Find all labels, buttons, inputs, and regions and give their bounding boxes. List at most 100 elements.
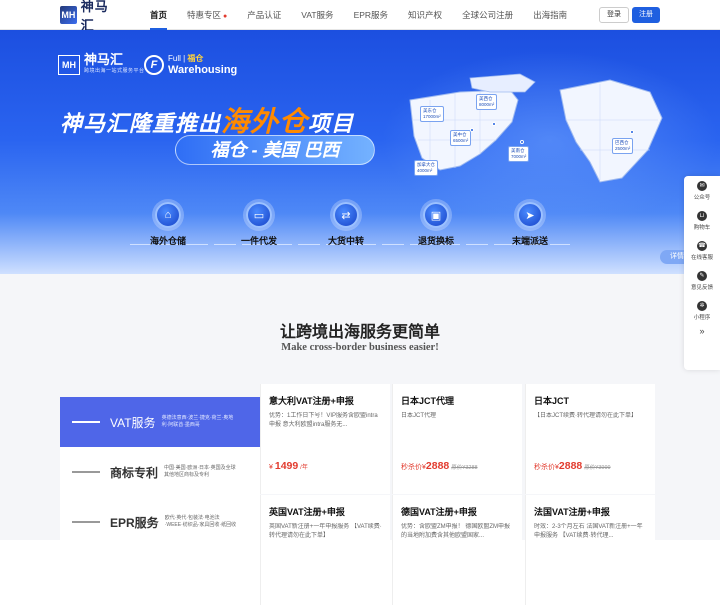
card-title: 法国VAT注册+申报 <box>534 507 610 517</box>
map-card-central-size: 6500m² <box>453 138 469 143</box>
banner-service-list: ⌂ 海外仓储 ▭ 一件代发 ⇄ 大货中转 ▣ 退货换标 ➤ 末端派送 <box>0 202 720 272</box>
product-card-italy-vat[interactable]: 意大利VAT注册+申报 优势：1工作日下号！VIP服务含欧盟intra申报 意大… <box>260 384 390 494</box>
register-button[interactable]: 注册 <box>632 7 660 23</box>
login-button[interactable]: 登录 <box>599 7 629 23</box>
product-card-france-vat[interactable]: 法国VAT注册+申报 时效：2-3个月左右 法国VAT新注册+一年申报服务 【V… <box>525 495 655 605</box>
card-price: 秒杀价¥2888 原价¥3999 <box>534 460 611 472</box>
banner-logo-fullwarehousing: F Full | 福仓 Warehousing <box>144 54 237 76</box>
map-card-central: 美中仓 6500m² <box>450 130 472 146</box>
map-card-west: 美西仓 8000m² <box>476 94 498 110</box>
nav-item-certification[interactable]: 产品认证 <box>237 0 291 30</box>
product-card-japan-jct[interactable]: 日本JCT 【日本JCT续费·转代理请勿在此下单】 秒杀价¥2888 原价¥399… <box>525 384 655 494</box>
price-value: 2888 <box>425 460 450 472</box>
canada-map-shape <box>469 73 536 93</box>
floating-sidebar: ✉ 公众号 ⊔ 购物车 ☎ 在线客服 ✎ 意见反馈 ✲ 小程序 » <box>684 176 720 370</box>
nav-menu: 首页 特惠专区 ● 产品认证 VAT服务 EPR服务 知识产权 全球公司注册 出海… <box>140 0 577 30</box>
card-desc: 时效：2-3个月左右 法国VAT新注册+一年申报服务 【VAT续费·转代理... <box>534 524 643 539</box>
map-pin <box>470 128 474 132</box>
tab-name: EPR服务 <box>110 515 159 530</box>
section-title: 让跨境出海服务更简单 <box>279 324 440 341</box>
product-card-germany-vat[interactable]: 德国VAT注册+申报 优势：含欧盟ZM申报！ 德国欧盟ZM申报的当地附加费含其他… <box>392 495 522 605</box>
tab-dash <box>72 421 100 423</box>
hero-banner[interactable]: MH 神马汇 跨境出海一站式服务平台 F Full | 福仓 Warehousi… <box>0 30 720 274</box>
float-label: 在线客服 <box>690 255 713 261</box>
logo-full-text: Full <box>168 54 181 63</box>
banner-logo-mark: MH <box>58 54 80 75</box>
price-old: 原价¥3999 <box>584 465 611 471</box>
tab-vat[interactable]: VAT服务 英德法意西·波兰·捷克·荷兰·奥地利·阿联酋·墨西哥 <box>60 397 260 447</box>
warehouse-icon: ⌂ <box>155 202 181 228</box>
float-label: 购物车 <box>693 225 711 231</box>
logo-warehousing-text: Warehousing <box>168 64 238 76</box>
service-returns-relabel[interactable]: ▣ 退货换标 <box>396 202 476 247</box>
card-title: 日本JCT代理 <box>401 396 455 406</box>
card-desc: 【日本JCT续费·转代理请勿在此下单】 <box>534 413 637 419</box>
tab-name: 商标专利 <box>110 465 159 480</box>
logo-fucang-text: 福仓 <box>187 54 204 63</box>
service-label: 末端派送 <box>511 236 548 246</box>
float-item-wechat[interactable]: ✉ 公众号 <box>684 176 720 206</box>
card-desc: 优势：含欧盟ZM申报！ 德国欧盟ZM申报的当地附加费含其他欧盟国家... <box>401 524 510 539</box>
map-card-east-size: 17000m² <box>423 114 441 119</box>
box-icon: ▣ <box>423 202 449 228</box>
service-bulk-transfer[interactable]: ⇄ 大货中转 <box>306 202 386 247</box>
logo-mark: MH <box>60 6 77 24</box>
delivery-icon: ➤ <box>517 202 543 228</box>
card-price: 秒杀价¥2888 原价¥3288 <box>401 460 478 472</box>
float-item-miniapp[interactable]: ✲ 小程序 <box>684 296 720 326</box>
float-label: 意见反馈 <box>690 285 713 291</box>
nav-item-guide[interactable]: 出海指南 <box>523 0 577 30</box>
banner-logo-name: 神马汇 <box>84 53 124 68</box>
logo-text: 神马汇 <box>80 0 109 34</box>
service-dropshipping[interactable]: ▭ 一件代发 <box>219 202 299 247</box>
service-last-mile[interactable]: ➤ 末端派送 <box>490 202 570 247</box>
headline-part-c: 项目 <box>308 111 355 136</box>
price-prefix: 秒杀价¥ <box>401 464 426 471</box>
map-card-south-size: 7000m² <box>511 154 527 159</box>
double-chevron-right-icon[interactable]: » <box>684 326 720 336</box>
wechat-icon: ✉ <box>697 181 707 191</box>
nav-item-company-registration[interactable]: 全球公司注册 <box>452 0 523 30</box>
card-desc: 日本JCT代理 <box>401 413 436 419</box>
card-price: ¥ 1499 /年 <box>269 460 308 472</box>
banner-logo-tagline: 跨境出海一站式服务平台 <box>84 68 145 74</box>
price-prefix: 秒杀价¥ <box>534 464 559 471</box>
site-logo[interactable]: MH 神马汇 <box>60 0 120 34</box>
tab-dash <box>72 471 100 473</box>
tab-trademark[interactable]: 商标专利 中国·美国·欧洲·日本·英国及全球其他地区商标及专利 <box>60 447 260 497</box>
tab-desc: 中国·美国·欧洲·日本·英国及全球其他地区商标及专利 <box>164 465 236 478</box>
nav-item-deals-label: 特惠专区 <box>187 10 222 20</box>
banner-headline: 神马汇隆重推出海外仓项目 <box>60 100 354 140</box>
map-card-canada-size: 4000m² <box>417 168 433 173</box>
nav-item-deals[interactable]: 特惠专区 ● <box>177 0 237 30</box>
services-section: 让跨境出海服务更简单 Make cross-border business ea… <box>0 274 720 605</box>
map-card-east: 美东仓 17000m² <box>420 106 444 122</box>
miniapp-icon: ✲ <box>697 301 707 311</box>
map-card-west-size: 8000m² <box>479 102 495 107</box>
nav-item-epr[interactable]: EPR服务 <box>344 0 398 30</box>
top-nav: MH 神马汇 首页 特惠专区 ● 产品认证 VAT服务 EPR服务 知识产权 全球… <box>0 0 720 34</box>
float-item-service[interactable]: ☎ 在线客服 <box>684 236 720 266</box>
banner-subhead: 福仓 - 美国 巴西 <box>175 135 375 165</box>
map-pin <box>630 130 634 134</box>
product-card-japan-jct-agent[interactable]: 日本JCT代理 日本JCT代理 秒杀价¥2888 原价¥3288 <box>392 384 522 494</box>
map-card-canada: 加拿大仓 4000m² <box>414 160 438 176</box>
headline-highlight: 海外仓 <box>221 106 309 137</box>
float-label: 公众号 <box>693 195 711 201</box>
nav-item-ip[interactable]: 知识产权 <box>398 0 452 30</box>
price-unit: /年 <box>300 465 308 471</box>
card-desc: 英国VAT新注册+一年申报服务 【VAT续费·转代理请勿在此下单】 <box>269 524 382 539</box>
map-card-brazil: 巴西仓 2500m² <box>612 138 634 154</box>
float-item-feedback[interactable]: ✎ 意见反馈 <box>684 266 720 296</box>
float-label: 小程序 <box>693 315 711 321</box>
service-overseas-storage[interactable]: ⌂ 海外仓储 <box>128 202 208 247</box>
price-value: 2888 <box>558 460 583 472</box>
card-title: 日本JCT <box>534 396 570 406</box>
product-card-uk-vat[interactable]: 英国VAT注册+申报 英国VAT新注册+一年申报服务 【VAT续费·转代理请勿在… <box>260 495 390 605</box>
feedback-icon: ✎ <box>697 271 707 281</box>
price-value: 1499 <box>274 460 299 472</box>
nav-item-vat[interactable]: VAT服务 <box>291 0 343 30</box>
float-item-cart[interactable]: ⊔ 购物车 <box>684 206 720 236</box>
nav-item-home[interactable]: 首页 <box>140 0 177 30</box>
service-tabs: VAT服务 英德法意西·波兰·捷克·荷兰·奥地利·阿联酋·墨西哥 商标专利 中国… <box>60 397 260 540</box>
